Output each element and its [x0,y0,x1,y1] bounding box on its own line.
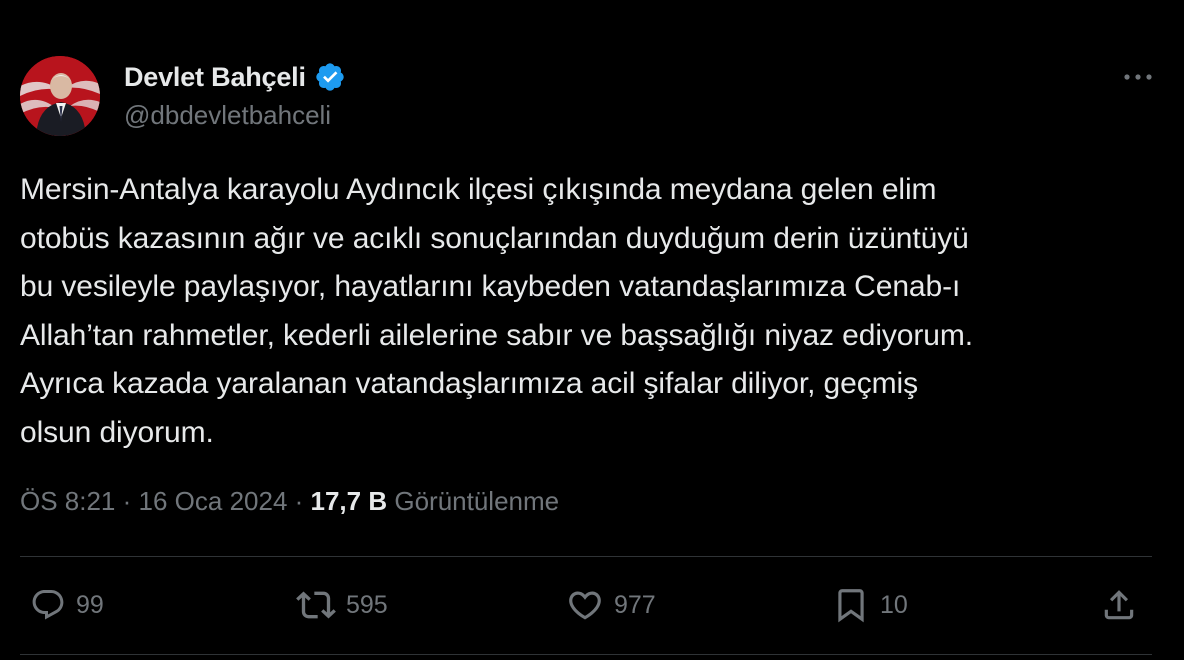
action-bar: 99 595 977 10 [20,580,1152,630]
divider-top [20,556,1152,557]
avatar-image [20,56,100,136]
divider-bottom [20,654,1152,655]
tweet-meta: ÖS 8:21 · 16 Oca 2024 · 17,7 B Görüntüle… [20,486,559,517]
bookmark-count: 10 [880,590,908,619]
reply-button[interactable]: 99 [30,580,104,630]
meta-separator: · [287,486,311,516]
display-name[interactable]: Devlet Bahçeli [124,62,306,93]
more-options-button[interactable] [1118,62,1158,92]
tweet-text: Mersin-Antalya karayolu Aydıncık ilçesi … [20,173,973,449]
like-button[interactable]: 977 [566,580,656,630]
reply-count: 99 [76,590,104,619]
tweet-date[interactable]: 16 Oca 2024 [139,486,288,517]
tweet: Devlet Bahçeli @dbdevletbahceli Mersin-A… [0,0,1184,660]
bookmark-button[interactable]: 10 [832,580,908,630]
tweet-time[interactable]: ÖS 8:21 [20,486,115,517]
like-count: 977 [614,590,656,619]
share-icon [1104,590,1134,620]
views-label[interactable]: Görüntülenme [394,486,559,517]
views-count[interactable]: 17,7 B [311,486,388,517]
repost-icon [296,591,336,619]
more-horizontal-icon [1124,74,1152,80]
heart-icon [569,591,601,620]
reply-bubble-icon [32,590,64,620]
avatar[interactable] [20,56,100,136]
user-handle[interactable]: @dbdevletbahceli [124,100,331,131]
meta-separator: · [115,486,139,516]
share-button[interactable] [1100,580,1138,630]
repost-button[interactable]: 595 [296,580,388,630]
bookmark-icon [838,589,864,623]
verified-badge-icon[interactable] [314,61,346,93]
name-row: Devlet Bahçeli [124,60,346,94]
repost-count: 595 [346,590,388,619]
